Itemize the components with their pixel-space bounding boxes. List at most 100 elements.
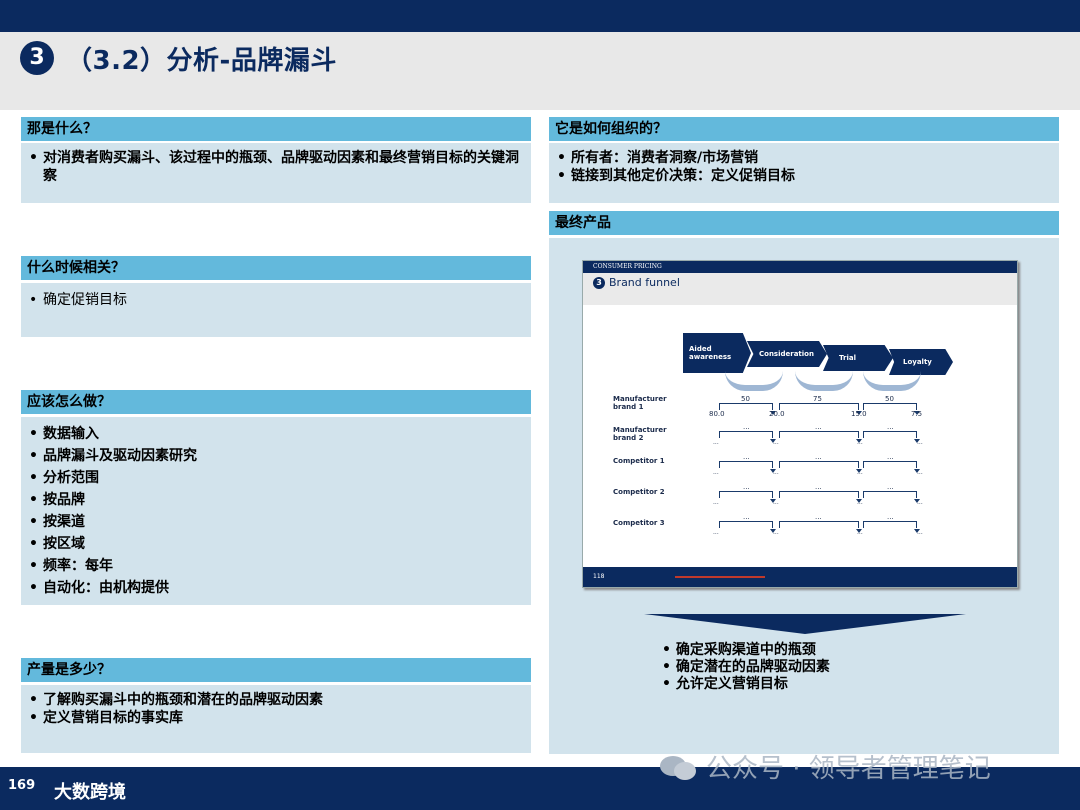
- point-value: 80.0: [709, 410, 725, 418]
- list-item-text: 确定潜在的品牌驱动因素: [675, 659, 830, 675]
- slide-source-line: [675, 576, 765, 578]
- conversion-bracket: [779, 461, 862, 473]
- final-product-header: 最终产品: [549, 211, 1059, 235]
- conversion-bracket: [779, 431, 862, 443]
- point-value: ...: [713, 529, 719, 536]
- list-item: 定义营销目标的事实库: [29, 709, 523, 727]
- list-item: 品牌漏斗及驱动因素研究: [29, 445, 523, 467]
- list-item: 所有者：消费者洞察/市场营销: [557, 149, 1051, 167]
- list-item: 确定促销目标: [29, 289, 523, 311]
- top-bar: [0, 0, 1080, 32]
- conversion-value: ...: [743, 453, 750, 461]
- conversion-value: ...: [815, 453, 822, 461]
- conversion-value: ...: [743, 483, 750, 491]
- slide-top-label: CONSUMER PRICING: [593, 263, 662, 270]
- point-value: ...: [773, 439, 779, 446]
- conversion-value: 75: [813, 395, 822, 403]
- conversion-value: ...: [815, 513, 822, 521]
- point-value: ...: [773, 469, 779, 476]
- slide-title: Brand funnel: [609, 276, 680, 289]
- list-item: 了解购买漏斗中的瓶颈和潜在的品牌驱动因素: [29, 691, 523, 709]
- funnel-arc: [725, 371, 783, 391]
- conversion-bracket: [779, 521, 862, 533]
- conversion-value: ...: [815, 423, 822, 431]
- point-value: ...: [773, 529, 779, 536]
- row-label: Manufacturer brand 2: [613, 426, 667, 442]
- page-title: （3.2）分析-品牌漏斗: [66, 46, 337, 76]
- footer-logo: 169: [8, 778, 36, 793]
- down-arrow-shape: [644, 614, 966, 634]
- list-item: 按区域: [29, 533, 523, 555]
- conversion-value: 50: [885, 395, 894, 403]
- list-item: 链接到其他定价决策：定义促销目标: [557, 167, 1051, 185]
- list-item: 数据输入: [29, 423, 523, 445]
- footer-brand: 大数跨境: [54, 782, 126, 803]
- point-value: ...: [713, 439, 719, 446]
- output-box: 了解购买漏斗中的瓶颈和潜在的品牌驱动因素 定义营销目标的事实库: [21, 685, 531, 753]
- conversion-bracket: [863, 521, 920, 533]
- row-label: Competitor 3: [613, 519, 665, 527]
- point-value: ...: [857, 469, 863, 476]
- point-value: ...: [773, 499, 779, 506]
- conversion-value: ...: [743, 423, 750, 431]
- stage-aided-awareness: Aided awareness: [683, 333, 751, 373]
- conversion-value: ...: [887, 483, 894, 491]
- conversion-bracket: [863, 461, 920, 473]
- conversion-value: 50: [741, 395, 750, 403]
- list-item: 频率：每年: [29, 555, 523, 577]
- point-value: ...: [857, 439, 863, 446]
- list-item: • 允许定义营销目标: [662, 676, 788, 692]
- point-value: ...: [713, 499, 719, 506]
- conversion-value: ...: [815, 483, 822, 491]
- conversion-value: ...: [743, 513, 750, 521]
- stage-trial: Trial: [823, 345, 893, 371]
- output-header: 产量是多少？: [21, 658, 531, 682]
- list-item: 按品牌: [29, 489, 523, 511]
- list-item: 按渠道: [29, 511, 523, 533]
- funnel-arc: [863, 371, 921, 391]
- list-item: 分析范围: [29, 467, 523, 489]
- slide-bottom-bar: 118: [583, 567, 1017, 587]
- wechat-icon: [660, 756, 696, 780]
- point-value: 20.0: [769, 410, 785, 418]
- watermark-text: 公众号 · 领导者管理笔记: [706, 754, 991, 784]
- stage-consideration: Consideration: [747, 341, 827, 367]
- list-item: 对消费者购买漏斗、该过程中的瓶颈、品牌驱动因素和最终营销目标的关键洞察: [29, 149, 523, 185]
- funnel-arc: [795, 371, 853, 391]
- section-number-badge: 3: [20, 41, 54, 75]
- point-value: 7.5: [911, 410, 923, 418]
- point-value: ...: [857, 529, 863, 536]
- conversion-value: ...: [887, 513, 894, 521]
- conversion-value: ...: [887, 453, 894, 461]
- organization-header: 它是如何组织的？: [549, 117, 1059, 141]
- list-item: • 确定采购渠道中的瓶颈: [662, 642, 816, 658]
- when-relevant-header: 什么时候相关？: [21, 256, 531, 280]
- point-value: 15.0: [851, 410, 867, 418]
- point-value: ...: [713, 469, 719, 476]
- slide-number-badge: 3: [593, 277, 605, 289]
- when-relevant-box: 确定促销目标: [21, 283, 531, 337]
- organization-box: 所有者：消费者洞察/市场营销 链接到其他定价决策：定义促销目标: [549, 143, 1059, 203]
- point-value: ...: [917, 499, 923, 506]
- row-label: Manufacturer brand 1: [613, 395, 667, 411]
- conversion-bracket: [719, 461, 776, 473]
- how-to-do-header: 应该怎么做？: [21, 390, 531, 414]
- conversion-bracket: [863, 431, 920, 443]
- conversion-bracket: [719, 431, 776, 443]
- conversion-bracket: [779, 491, 862, 503]
- point-value: ...: [917, 439, 923, 446]
- list-item: 自动化：由机构提供: [29, 577, 523, 599]
- list-item-text: 允许定义营销目标: [675, 676, 788, 692]
- point-value: ...: [917, 469, 923, 476]
- brand-funnel-slide: CONSUMER PRICING 3 Brand funnel Aided aw…: [582, 260, 1018, 588]
- conversion-bracket: [863, 491, 920, 503]
- point-value: ...: [917, 529, 923, 536]
- row-label: Competitor 1: [613, 457, 665, 465]
- row-label: Competitor 2: [613, 488, 665, 496]
- conversion-bracket: [863, 403, 920, 415]
- how-to-do-box: 数据输入 品牌漏斗及驱动因素研究 分析范围 按品牌 按渠道 按区域 频率：每年 …: [21, 417, 531, 605]
- conversion-bracket: [719, 403, 776, 415]
- conversion-bracket: [719, 521, 776, 533]
- conversion-bracket: [719, 491, 776, 503]
- what-is-it-box: 对消费者购买漏斗、该过程中的瓶颈、品牌驱动因素和最终营销目标的关键洞察: [21, 143, 531, 203]
